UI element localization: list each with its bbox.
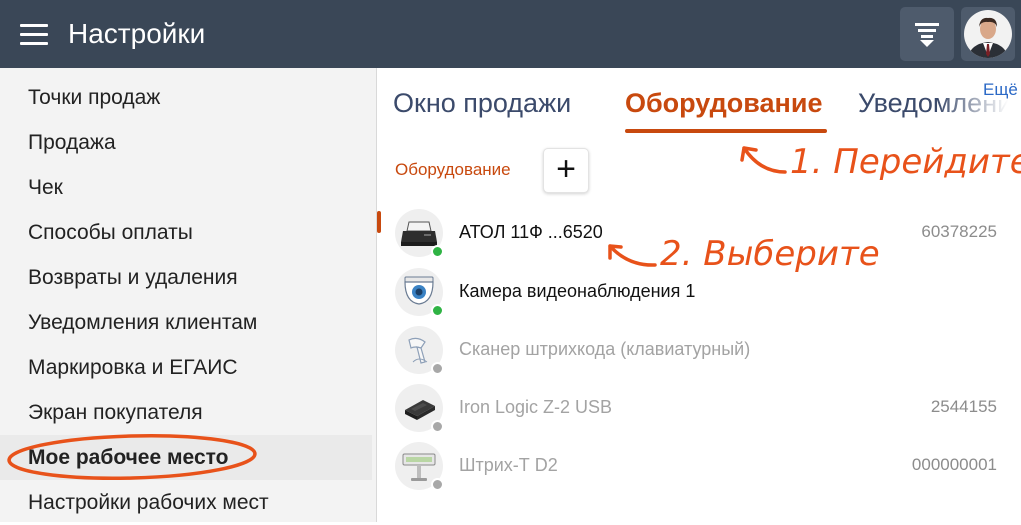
arrow-to-device — [608, 244, 657, 267]
highlight-ellipse — [7, 434, 257, 480]
arrow-to-tab — [740, 146, 787, 174]
annotation-step-2: 2. Выберите — [660, 234, 880, 274]
annotation-step-1: 1. Перейдите — [790, 142, 1021, 182]
